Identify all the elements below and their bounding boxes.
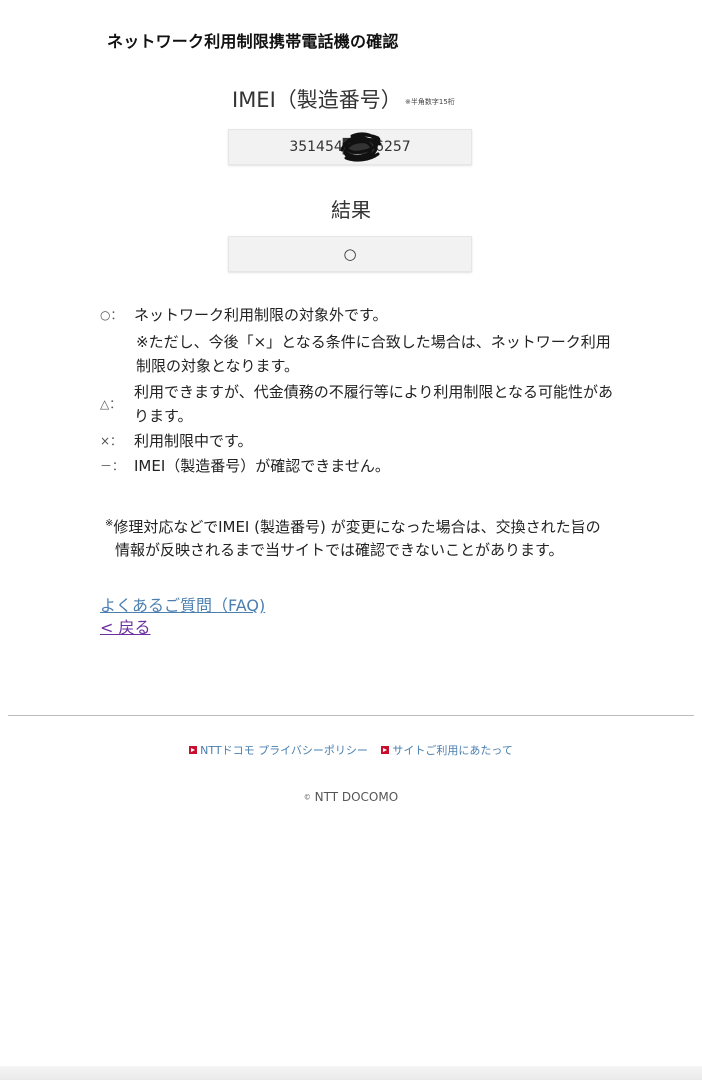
imei-label: IMEI（製造番号） <box>232 88 402 112</box>
legend-item-circle: ○： ネットワーク利用制限の対象外です。 <box>100 303 620 327</box>
legend-circle-subnote: ※ただし、今後「×」となる条件に合致した場合は、ネットワーク利用制限の対象となり… <box>136 333 611 375</box>
copyright-mark: © <box>303 793 311 802</box>
browser-bottom-bar <box>0 1066 702 1080</box>
footnote-text: 修理対応などでIMEI (製造番号) が変更になった場合は、交換された旨の情報が… <box>113 518 601 559</box>
footer-links: NTTドコモ プライバシーポリシー サイトご利用にあたって <box>0 742 702 758</box>
footer-divider <box>8 715 694 716</box>
result-label: 結果 <box>331 198 371 222</box>
triangle-symbol: △： <box>100 397 122 411</box>
result-legend: ○： ネットワーク利用制限の対象外です。 ※ただし、今後「×」となる条件に合致し… <box>100 303 620 479</box>
legend-cross-text: 利用制限中です。 <box>134 432 253 450</box>
result-value-field: ○ <box>228 236 472 272</box>
legend-dash-text: IMEI（製造番号）が確認できません。 <box>134 457 390 475</box>
red-square-arrow-icon <box>381 746 390 754</box>
red-square-arrow-icon <box>189 746 198 754</box>
dash-symbol: －： <box>100 459 125 473</box>
privacy-policy-link[interactable]: NTTドコモ プライバシーポリシー <box>189 742 368 758</box>
legend-item-triangle: △： 利用できますが、代金債務の不履行等により利用制限となる可能性があります。 <box>100 380 620 428</box>
legend-item-dash: －： IMEI（製造番号）が確認できません。 <box>100 454 620 478</box>
site-terms-label: サイトご利用にあたって <box>392 744 513 757</box>
site-terms-link[interactable]: サイトご利用にあたって <box>381 742 513 758</box>
cross-symbol: ×： <box>100 434 123 448</box>
imei-format-note: ※半角数字15桁 <box>405 98 455 106</box>
circle-symbol: ○： <box>100 308 123 322</box>
redaction-scribble <box>340 132 382 162</box>
result-value: ○ <box>343 245 357 263</box>
faq-link[interactable]: よくあるご質問（FAQ) <box>100 592 265 616</box>
copyright-text: NTT DOCOMO <box>314 790 399 804</box>
copyright: © NTT DOCOMO <box>0 790 702 804</box>
legend-circle-text: ネットワーク利用制限の対象外です。 <box>134 306 388 324</box>
privacy-policy-label: NTTドコモ プライバシーポリシー <box>200 744 368 757</box>
imei-change-footnote: ※修理対応などでIMEI (製造番号) が変更になった場合は、交換された旨の情報… <box>105 512 615 562</box>
legend-item-cross: ×： 利用制限中です。 <box>100 429 620 453</box>
back-link[interactable]: < 戻る <box>100 614 151 638</box>
legend-triangle-text: 利用できますが、代金債務の不履行等により利用制限となる可能性があります。 <box>134 383 613 425</box>
page-title: ネットワーク利用制限携帯電話機の確認 <box>107 32 399 51</box>
